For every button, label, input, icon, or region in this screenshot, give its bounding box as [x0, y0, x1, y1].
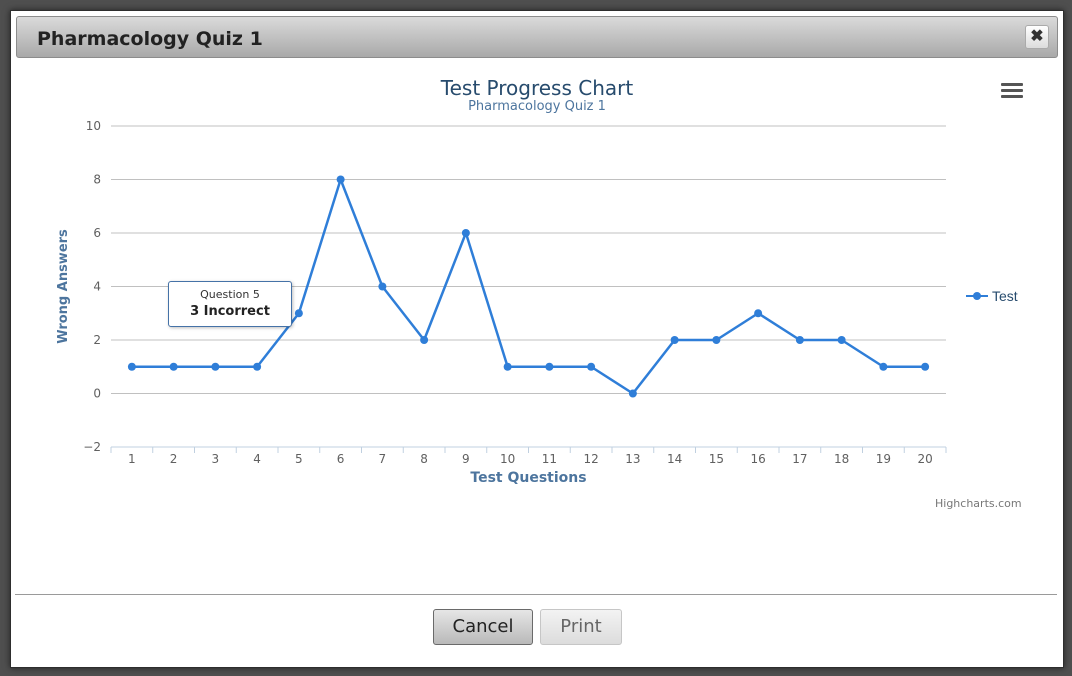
- y-tick-label: 8: [93, 173, 101, 187]
- x-axis-title: Test Questions: [470, 470, 586, 486]
- legend-label: Test: [992, 288, 1018, 304]
- x-tick-label: 8: [420, 452, 428, 466]
- chart-tooltip: Question 5 3 Incorrect: [168, 281, 292, 327]
- data-point: [420, 336, 429, 344]
- y-tick-label: 2: [93, 333, 101, 347]
- data-point: [545, 362, 554, 371]
- data-point: [127, 362, 136, 371]
- y-axis-title: Wrong Answers: [56, 229, 71, 344]
- print-button[interactable]: Print: [540, 609, 622, 645]
- x-tick-label: 1: [128, 452, 136, 466]
- data-point: [294, 309, 303, 318]
- legend-marker-icon: [966, 292, 988, 300]
- dialog-title: Pharmacology Quiz 1: [37, 28, 263, 50]
- data-point: [837, 336, 846, 344]
- cancel-button[interactable]: Cancel: [433, 609, 533, 645]
- tooltip-header: Question 5: [200, 288, 260, 301]
- y-tick-label: 0: [93, 387, 101, 401]
- data-point: [211, 362, 220, 371]
- legend-item-test[interactable]: Test: [966, 288, 1018, 304]
- x-tick-label: 4: [253, 452, 261, 466]
- x-tick-label: 15: [709, 452, 724, 466]
- x-tick-label: 2: [170, 452, 178, 466]
- x-tick-label: 13: [625, 452, 640, 466]
- close-icon[interactable]: ✖: [1025, 25, 1049, 49]
- y-tick-label: −2: [83, 440, 101, 454]
- x-tick-label: 10: [500, 452, 515, 466]
- highcharts-credit-link[interactable]: Highcharts.com: [935, 497, 1022, 510]
- quiz-dialog: Pharmacology Quiz 1 ✖ Test Progress Char…: [10, 10, 1064, 668]
- tooltip-body: 3 Incorrect: [190, 304, 270, 319]
- data-point: [712, 336, 721, 344]
- data-point: [795, 336, 804, 344]
- x-tick-label: 12: [583, 452, 598, 466]
- x-tick-label: 18: [834, 452, 849, 466]
- x-tick-label: 14: [667, 452, 682, 466]
- x-tick-label: 6: [337, 452, 345, 466]
- data-point: [378, 282, 387, 291]
- x-tick-label: 7: [379, 452, 387, 466]
- data-point: [169, 362, 178, 371]
- x-tick-label: 3: [212, 452, 220, 466]
- data-point: [336, 175, 345, 184]
- y-tick-label: 6: [93, 226, 101, 240]
- data-point: [253, 362, 262, 371]
- data-point: [754, 309, 763, 318]
- x-tick-label: 19: [876, 452, 891, 466]
- x-tick-label: 17: [792, 452, 807, 466]
- chart-container: Test Progress Chart Pharmacology Quiz 1 …: [11, 61, 1061, 531]
- data-point: [503, 362, 512, 371]
- dialog-titlebar: Pharmacology Quiz 1 ✖: [16, 16, 1058, 58]
- data-point: [628, 389, 637, 398]
- y-tick-label: 4: [93, 280, 101, 294]
- x-tick-label: 9: [462, 452, 470, 466]
- x-tick-label: 11: [542, 452, 557, 466]
- x-tick-label: 16: [750, 452, 765, 466]
- data-point: [670, 336, 679, 344]
- data-point: [879, 362, 888, 371]
- x-tick-label: 20: [917, 452, 932, 466]
- data-point: [461, 229, 470, 237]
- data-point: [587, 362, 596, 371]
- footer-divider: [15, 594, 1057, 595]
- x-tick-label: 5: [295, 452, 303, 466]
- y-tick-label: 10: [86, 119, 101, 133]
- data-point: [921, 362, 930, 371]
